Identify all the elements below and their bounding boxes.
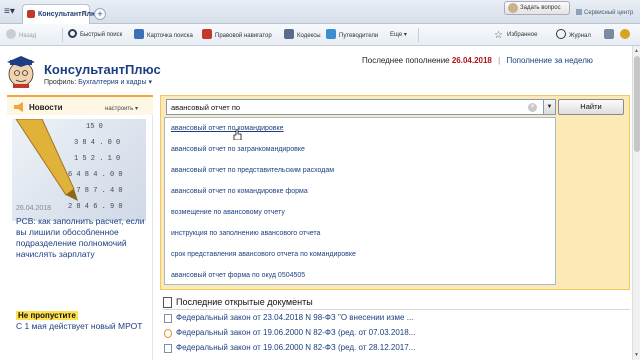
update-divider: | <box>498 56 501 65</box>
toolbar-divider <box>418 28 419 42</box>
brand-name: КонсультантПлюс <box>44 62 161 77</box>
dont-miss-link[interactable]: С 1 мая действует новый МРОТ <box>16 321 152 332</box>
search-input[interactable] <box>166 99 544 115</box>
toolbar: Назад Быстрый поиск Карточка поиска Прав… <box>0 24 640 46</box>
profile-value: Бухгалтерия и кадры <box>78 79 147 86</box>
search-card-label: Карточка поиска <box>147 33 193 39</box>
news-date: 26.04.2018 <box>16 205 52 212</box>
last-update-date: 26.04.2018 <box>451 56 492 65</box>
document-icon <box>163 297 172 308</box>
back-button[interactable]: Назад <box>6 29 36 41</box>
journal-button[interactable]: Журнал <box>556 29 591 41</box>
print-button[interactable] <box>604 29 617 41</box>
search-history-dropdown[interactable]: ▼ <box>544 99 556 115</box>
consultant-plus-logo <box>7 56 35 88</box>
codes-icon <box>284 29 294 39</box>
star-icon: ☆ <box>494 30 503 41</box>
vertical-scrollbar[interactable]: ▲ ▼ <box>632 46 640 360</box>
favorites-button[interactable]: ☆ Избранное <box>494 29 537 41</box>
print-icon <box>604 29 614 39</box>
chevron-down-icon: ▾ <box>148 79 152 86</box>
service-center-link[interactable]: Сервисный центр <box>576 9 633 16</box>
suggestion-item[interactable]: срок представления авансового отчета по … <box>171 251 356 258</box>
ask-question-label: Задать вопрос <box>520 5 561 11</box>
avatar <box>508 3 518 13</box>
consultant-logo-icon <box>27 10 35 18</box>
suggestion-item[interactable]: авансовый отчет по загранкомандировке <box>171 146 305 153</box>
codes-button[interactable]: Кодексы <box>284 29 321 41</box>
document-icon <box>164 314 172 323</box>
clear-icon[interactable]: ✕ <box>528 103 537 112</box>
find-button[interactable]: Найти <box>558 99 624 115</box>
tab-bar: ≡▾ КонсультантПлюс ✕ + Задать вопрос Сер… <box>0 0 640 24</box>
close-icon[interactable]: ✕ <box>81 10 87 18</box>
tab-consultant[interactable]: КонсультантПлюс ✕ <box>22 4 101 24</box>
navigator-icon <box>202 29 212 39</box>
clock-icon <box>164 329 172 338</box>
profile-label: Профиль: <box>44 79 77 86</box>
recent-doc-link[interactable]: Федеральный закон от 23.04.2018 N 98-ФЗ … <box>176 313 413 322</box>
suggestion-item[interactable]: возмещение по авансовому отчету <box>171 209 285 216</box>
news-panel: Новости настроить ▾ 15 0 3 8 4 . 0 0 1 5… <box>7 95 153 360</box>
divider <box>163 309 630 310</box>
suggestion-item[interactable]: инструкция по заполнению авансового отче… <box>171 230 320 237</box>
scroll-down-icon[interactable]: ▼ <box>634 352 639 358</box>
news-header: Новости настроить ▾ <box>7 95 153 115</box>
tab-title: КонсультантПлюс <box>38 11 101 18</box>
legal-navigator-button[interactable]: Правовой навигатор <box>202 29 272 41</box>
legal-navigator-label: Правовой навигатор <box>215 33 272 39</box>
scroll-thumb[interactable] <box>634 56 640 152</box>
search-card-icon <box>134 29 144 39</box>
megaphone-icon <box>14 102 23 112</box>
news-headline-link[interactable]: РСВ: как заполнить расчет, если вы лишил… <box>16 216 152 260</box>
recent-docs-title: Последние открытые документы <box>176 297 313 307</box>
search-card-button[interactable]: Карточка поиска <box>134 29 193 41</box>
journal-label: Журнал <box>569 33 591 39</box>
suggestion-list: авансовый отчет по командировке авансовы… <box>164 117 556 285</box>
search-icon <box>68 29 77 38</box>
chevron-down-icon: ▾ <box>134 106 138 112</box>
quick-search-label: Быстрый поиск <box>80 32 123 38</box>
last-update-info: Последнее пополнение 26.04.2018 | Пополн… <box>362 56 593 65</box>
guides-label: Путеводители <box>339 33 379 39</box>
clock-icon <box>556 29 566 39</box>
suggestion-item[interactable]: авансовый отчет форма по окуд 0504505 <box>171 272 305 279</box>
news-setup-label: настроить <box>105 106 134 112</box>
news-title: Новости <box>29 103 63 112</box>
more-menu[interactable]: Еще ▾ <box>390 29 407 41</box>
toolbar-divider <box>62 28 63 42</box>
more-label: Еще <box>390 32 403 38</box>
new-tab-button[interactable]: + <box>94 8 106 20</box>
back-label: Назад <box>19 33 37 39</box>
suggestion-item[interactable]: авансовый отчет по представительским рас… <box>171 167 334 174</box>
chevron-down-icon: ▾ <box>403 32 407 38</box>
guides-button[interactable]: Путеводители <box>326 29 378 41</box>
week-update-link[interactable]: Пополнение за неделю <box>506 56 592 65</box>
menu-icon[interactable]: ≡▾ <box>4 6 18 18</box>
codes-label: Кодексы <box>297 33 321 39</box>
ask-question-button[interactable]: Задать вопрос <box>504 1 570 15</box>
profile: Профиль: Бухгалтерия и кадры ▾ <box>44 78 152 86</box>
quick-search-button[interactable]: Быстрый поиск <box>68 29 122 41</box>
last-update-label: Последнее пополнение <box>362 56 450 65</box>
guides-icon <box>326 29 336 39</box>
recent-doc-link[interactable]: Федеральный закон от 19.06.2000 N 82-ФЗ … <box>176 343 415 352</box>
hand-cursor-icon <box>233 129 242 140</box>
recent-doc-link[interactable]: Федеральный закон от 19.06.2000 N 82-ФЗ … <box>176 328 415 337</box>
suggestion-item[interactable]: авансовый отчет по командировке <box>171 125 284 132</box>
back-arrow-icon <box>6 29 16 39</box>
suggestion-item[interactable]: авансовый отчет по командировке форма <box>171 188 308 195</box>
scroll-up-icon[interactable]: ▲ <box>634 48 639 54</box>
document-icon <box>164 344 172 353</box>
help-icon <box>620 29 630 39</box>
favorites-label: Избранное <box>507 32 538 38</box>
help-button[interactable] <box>620 29 633 41</box>
news-setup-link[interactable]: настроить ▾ <box>105 105 138 112</box>
chevron-down-icon: ▼ <box>546 104 553 110</box>
dont-miss-badge: Не пропустите <box>16 311 78 320</box>
profile-selector[interactable]: Бухгалтерия и кадры ▾ <box>78 79 152 86</box>
